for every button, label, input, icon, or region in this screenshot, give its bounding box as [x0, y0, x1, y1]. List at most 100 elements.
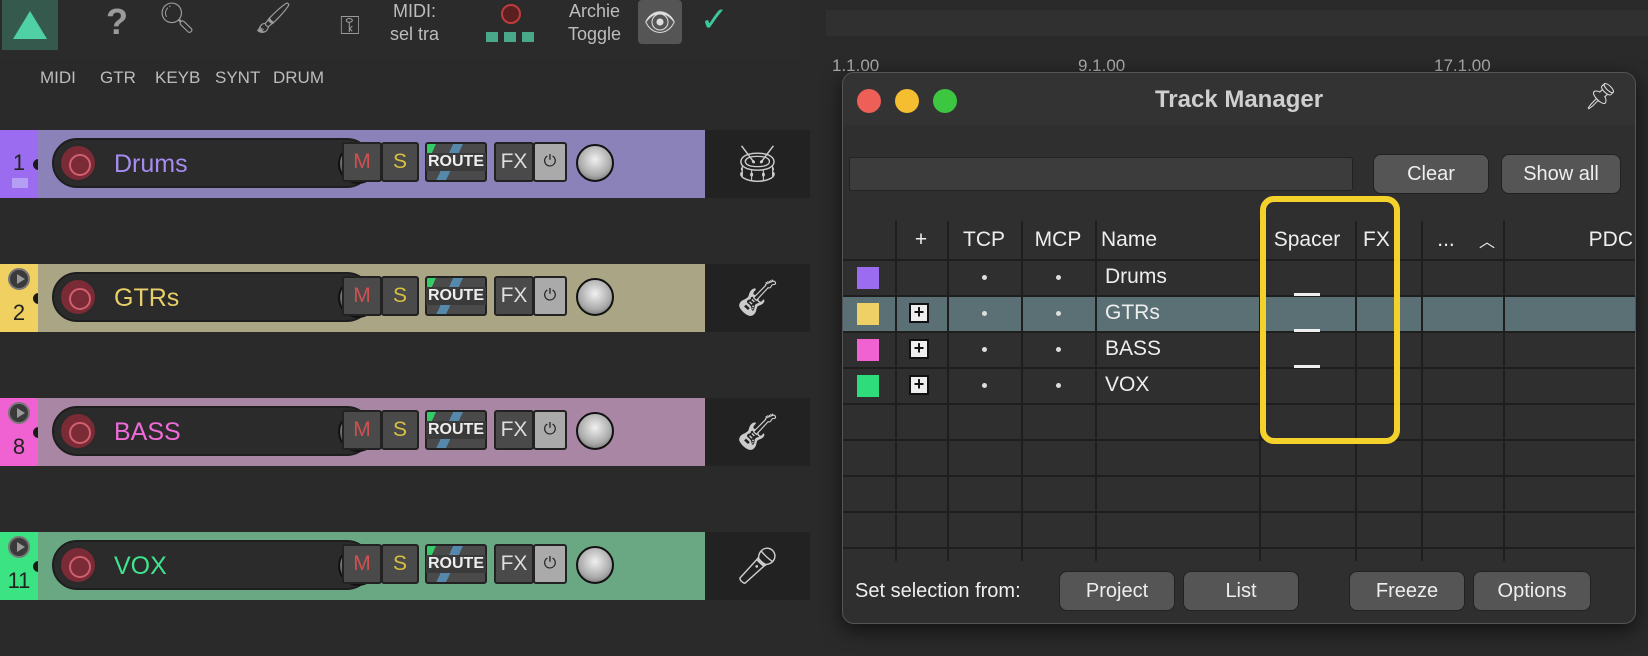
row-name-drums[interactable]: Drums	[1105, 259, 1167, 295]
fx-bypass-power-icon[interactable]: ⏻	[533, 544, 567, 584]
track-color-swatch[interactable]	[857, 375, 879, 397]
sort-chevron-up-icon[interactable]: ︿	[1471, 221, 1503, 259]
filter-input[interactable]	[849, 157, 1353, 191]
track-name-box[interactable]: BASS	[52, 406, 378, 456]
record-arm-button[interactable]	[59, 412, 97, 450]
fx-button[interactable]: FX	[494, 276, 534, 316]
pin-icon[interactable]: 📌︎	[1584, 81, 1617, 112]
play-icon[interactable]	[8, 536, 30, 558]
column-header-pdc[interactable]: PDC	[1503, 221, 1635, 259]
fx-button[interactable]: FX	[494, 410, 534, 450]
mcp-visible-dot[interactable]	[1056, 275, 1061, 280]
solo-button[interactable]: S	[381, 276, 419, 316]
window-titlebar[interactable]: Track Manager 📌︎	[843, 73, 1635, 125]
solo-button[interactable]: S	[381, 544, 419, 584]
add-spacer-plus-icon[interactable]: +	[909, 375, 929, 395]
options-button[interactable]: Options	[1473, 571, 1591, 611]
solo-button[interactable]: S	[381, 142, 419, 182]
track-grid[interactable]: + TCP MCP Name Spacer FX ... ︿ PDC Drums…	[843, 221, 1635, 561]
play-icon[interactable]	[8, 268, 30, 290]
fx-button[interactable]: FX	[494, 142, 534, 182]
list-button[interactable]: List	[1183, 571, 1299, 611]
folder-synt[interactable]: SYNT	[215, 68, 260, 88]
row-name-bass[interactable]: BASS	[1105, 331, 1161, 367]
add-spacer-plus-icon[interactable]: +	[909, 303, 929, 323]
mcp-visible-dot[interactable]	[1056, 311, 1061, 316]
mute-button[interactable]: M	[342, 410, 382, 450]
mcp-visible-dot[interactable]	[1056, 347, 1061, 352]
route-button[interactable]: ROUTE	[425, 544, 487, 584]
play-icon[interactable]	[8, 402, 30, 424]
project-button[interactable]: Project	[1059, 571, 1175, 611]
mute-button[interactable]: M	[342, 142, 382, 182]
midi-sel-track-button[interactable]: MIDI: sel tra	[390, 0, 439, 46]
visibility-eye-icon[interactable]: 👁︎	[638, 0, 682, 44]
folder-gtr[interactable]: GTR	[100, 68, 136, 88]
record-arm-button[interactable]	[59, 546, 97, 584]
pan-knob[interactable]	[576, 278, 614, 316]
mute-button[interactable]: M	[342, 544, 382, 584]
folder-keyb[interactable]: KEYB	[155, 68, 200, 88]
fx-bypass-power-icon[interactable]: ⏻	[533, 276, 567, 316]
midi-label-line1: MIDI:	[393, 1, 437, 21]
record-arm-button[interactable]	[59, 144, 97, 182]
solo-button[interactable]: S	[381, 410, 419, 450]
freeze-button[interactable]: Freeze	[1349, 571, 1465, 611]
column-header-tcp[interactable]: TCP	[947, 221, 1021, 259]
track-color-swatch[interactable]	[857, 267, 879, 289]
track-panel: Drums M S ROUTE FX ⏻	[38, 130, 705, 198]
key-icon[interactable]: ⚿	[340, 12, 360, 38]
tcp-visible-dot[interactable]	[982, 383, 987, 388]
pan-knob[interactable]	[576, 144, 614, 182]
row-name-gtrs[interactable]: GTRs	[1105, 295, 1160, 331]
track-gtrs[interactable]: 2 GTRs M S ROUTE FX ⏻ 🎸︎	[0, 264, 810, 332]
fx-bypass-power-icon[interactable]: ⏻	[533, 142, 567, 182]
find-file-icon[interactable]: 🔍︎	[158, 4, 196, 34]
folder-drum[interactable]: DRUM	[273, 68, 324, 88]
column-header-mcp[interactable]: MCP	[1021, 221, 1095, 259]
show-all-button[interactable]: Show all	[1501, 154, 1621, 194]
track-vox[interactable]: 11 VOX M S ROUTE FX ⏻ 🎤︎	[0, 532, 810, 600]
main-toolbar: ? 🔍︎ 🖌︎ ⚿ MIDI: sel tra Archie Toggle 👁︎…	[0, 0, 800, 60]
midi-label-line2: sel tra	[390, 24, 440, 44]
column-header-add[interactable]: +	[895, 221, 947, 259]
set-selection-label: Set selection from:	[855, 580, 1021, 602]
record-arm-button[interactable]	[59, 278, 97, 316]
route-label: ROUTE	[426, 555, 486, 573]
tcp-visible-dot[interactable]	[982, 311, 987, 316]
fx-bypass-power-icon[interactable]: ⏻	[533, 410, 567, 450]
route-button[interactable]: ROUTE	[425, 410, 487, 450]
clear-button[interactable]: Clear	[1373, 154, 1489, 194]
broom-icon[interactable]: 🖌︎	[254, 4, 292, 34]
track-color-swatch[interactable]	[857, 339, 879, 361]
archie-toggle-button[interactable]: Archie Toggle	[568, 0, 621, 46]
drum-kit-icon: 🥁︎	[705, 130, 810, 198]
track-name: Drums	[114, 150, 188, 178]
track-name-box[interactable]: Drums	[52, 138, 378, 188]
track-color-swatch[interactable]	[857, 303, 879, 325]
add-spacer-plus-icon[interactable]: +	[909, 339, 929, 359]
row-name-vox[interactable]: VOX	[1105, 367, 1149, 403]
record-mode-icon[interactable]	[486, 4, 536, 44]
home-triangle-icon[interactable]	[2, 0, 58, 50]
eye-check-icon[interactable]: ✓	[700, 0, 729, 40]
track-bass[interactable]: 8 BASS M S ROUTE FX ⏻ 🎸︎	[0, 398, 810, 466]
track-name-box[interactable]: VOX	[52, 540, 378, 590]
column-header-more[interactable]: ...	[1421, 221, 1471, 259]
pan-knob[interactable]	[576, 546, 614, 584]
bass-guitar-icon: 🎸︎	[705, 398, 810, 466]
tcp-visible-dot[interactable]	[982, 275, 987, 280]
track-drums[interactable]: 1 Drums M S ROUTE FX ⏻ 🥁︎	[0, 130, 810, 198]
fx-button[interactable]: FX	[494, 544, 534, 584]
column-header-name[interactable]: Name	[1101, 221, 1259, 259]
pan-knob[interactable]	[576, 412, 614, 450]
track-name-box[interactable]: GTRs	[52, 272, 378, 322]
tcp-visible-dot[interactable]	[982, 347, 987, 352]
mute-button[interactable]: M	[342, 276, 382, 316]
mcp-visible-dot[interactable]	[1056, 383, 1061, 388]
folder-midi[interactable]: MIDI	[40, 68, 76, 88]
window-title: Track Manager	[1154, 86, 1324, 113]
route-button[interactable]: ROUTE	[425, 142, 487, 182]
help-icon[interactable]: ?	[106, 4, 128, 40]
route-button[interactable]: ROUTE	[425, 276, 487, 316]
